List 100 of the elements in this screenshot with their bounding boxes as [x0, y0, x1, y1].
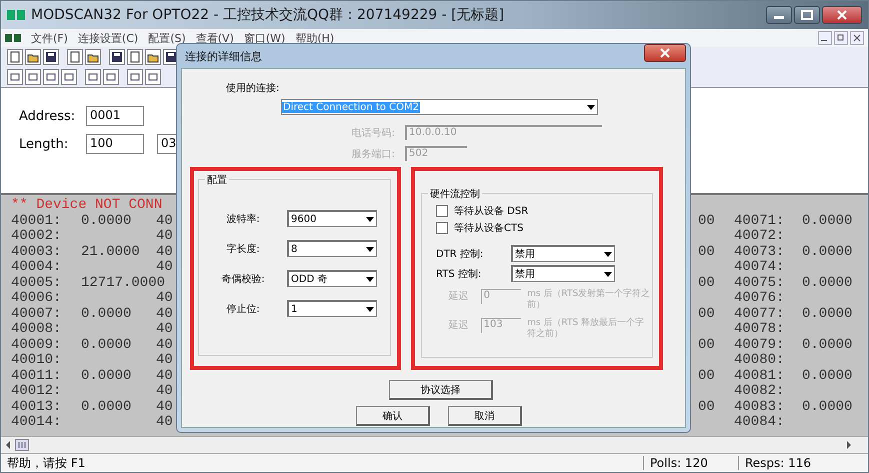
toolbar-icon[interactable] — [43, 49, 59, 65]
register-fragment: 00 — [698, 368, 715, 384]
checkbox[interactable] — [436, 205, 448, 217]
register-fragment: 40 — [156, 384, 174, 400]
register-fragment: 40 — [156, 291, 174, 306]
address-field[interactable]: 0001 — [86, 106, 144, 126]
register-address: 40077: — [734, 306, 786, 322]
length-field[interactable]: 100 — [86, 134, 144, 154]
register-address: 40076: — [734, 291, 786, 306]
toolbar-icon[interactable] — [43, 69, 59, 85]
toolbar-icon[interactable] — [145, 69, 161, 85]
dropdown[interactable]: 9600 — [287, 210, 377, 227]
register-fragment: 40 — [156, 353, 174, 368]
register-address: 40080: — [734, 353, 786, 368]
maximize-button[interactable] — [794, 6, 820, 24]
toolbar-icon[interactable] — [109, 49, 125, 65]
toolbar-icon[interactable] — [7, 69, 23, 85]
scroll-thumb[interactable] — [15, 439, 29, 451]
menu-item[interactable]: 查看(V) — [196, 30, 234, 46]
maximize-icon[interactable] — [801, 10, 813, 20]
connection-status: ** Device NOT CONN — [11, 198, 164, 214]
dropdown[interactable]: 禁用 — [511, 245, 615, 262]
length-label: Length: — [19, 136, 70, 152]
close-button[interactable] — [644, 44, 686, 62]
dropdown[interactable]: 禁用 — [511, 265, 615, 282]
field-label: 奇偶校验: — [220, 272, 266, 286]
close-button[interactable] — [822, 6, 862, 24]
field-label: DTR 控制: — [436, 248, 484, 260]
register-address: 40002: — [11, 229, 62, 244]
cancel-button[interactable]: 取消 — [448, 406, 522, 426]
register-address: 40073: — [734, 244, 786, 260]
field-label: 字长度: — [225, 242, 261, 256]
menu-item[interactable]: 窗口(W) — [244, 30, 286, 46]
register-value: 0.0000 — [81, 368, 132, 384]
resps-count: Resps: 116 — [738, 456, 818, 470]
register-address: 40011: — [11, 368, 62, 384]
ok-button[interactable]: 确认 — [356, 406, 430, 426]
register-value: 0.0000 — [802, 368, 854, 384]
register-fragment: 40 — [156, 229, 174, 244]
register-value: 0.0000 — [81, 214, 132, 229]
close-button[interactable] — [850, 31, 864, 45]
register-fragment: 40 — [156, 400, 174, 415]
register-fragment: 00 — [698, 244, 715, 260]
restore-icon[interactable] — [837, 34, 845, 42]
minimize-button[interactable] — [766, 6, 792, 24]
register-value: 0.0000 — [802, 244, 854, 260]
register-address: 40072: — [734, 229, 786, 244]
dropdown[interactable]: ODD 奇 — [287, 270, 377, 287]
menu-item[interactable]: 帮助(H) — [295, 30, 334, 46]
status-help: 帮助，请按 F1 — [6, 454, 86, 472]
field-label: 停止位: — [225, 302, 261, 316]
register-fragment: 40 — [156, 244, 174, 260]
delay-note: ms 后（RTS发射第一个字符之前） — [527, 289, 652, 311]
restore-button[interactable] — [834, 31, 848, 45]
dialog-title: 连接的详细信息 — [185, 48, 262, 64]
register-address: 40071: — [734, 214, 786, 229]
register-address: 40012: — [11, 384, 62, 400]
close-icon[interactable] — [853, 34, 861, 42]
toolbar-icon[interactable] — [25, 49, 41, 65]
register-value: 0.0000 — [81, 400, 132, 415]
menu-item[interactable]: 文件(F) — [31, 30, 68, 46]
delay-label: 延迟 — [447, 319, 470, 332]
register-address: 40083: — [734, 400, 786, 415]
register-value: 21.0000 — [81, 244, 141, 260]
toolbar-icon[interactable] — [85, 49, 101, 65]
app-icon — [7, 10, 25, 20]
delay-note: ms 后（RTS 释放最后一个字符之前） — [527, 318, 646, 340]
dropdown[interactable]: 8 — [287, 240, 377, 257]
toolbar-icon[interactable] — [67, 49, 83, 65]
register-address: 40004: — [11, 260, 62, 276]
register-value: 0.0000 — [802, 214, 854, 229]
menu-item[interactable]: 连接设置(C) — [78, 30, 138, 46]
field-label: 波特率: — [225, 212, 261, 226]
toolbar-icon[interactable] — [127, 49, 143, 65]
toolbar-icon[interactable] — [127, 69, 143, 85]
toolbar-icon[interactable] — [145, 49, 161, 65]
register-address: 40003: — [11, 244, 62, 260]
register-address: 40075: — [734, 276, 786, 291]
checkbox[interactable] — [436, 222, 448, 234]
dropdown[interactable]: 1 — [287, 300, 377, 317]
group-title: 配置 — [205, 173, 229, 187]
register-address: 40081: — [734, 368, 786, 384]
register-value: 0.0000 — [81, 338, 132, 353]
register-address: 40014: — [11, 415, 62, 430]
toolbar-icon[interactable] — [103, 69, 119, 85]
menu-item[interactable]: 配置(S) — [148, 30, 186, 46]
delay-label: 延迟 — [447, 290, 470, 303]
scroll-right-icon[interactable] — [846, 441, 852, 449]
toolbar-icon[interactable] — [61, 69, 77, 85]
protocol-button[interactable]: 协议选择 — [389, 380, 493, 400]
checkbox-label: 等待从设备 DSR — [454, 204, 528, 218]
toolbar-icon[interactable] — [25, 69, 41, 85]
toolbar-icon[interactable] — [85, 69, 101, 85]
port-label: 服务端口: — [350, 148, 396, 160]
register-address: 40074: — [734, 260, 786, 276]
minimize-button[interactable] — [818, 31, 832, 45]
register-address: 40007: — [11, 306, 62, 322]
toolbar-icon[interactable] — [7, 49, 23, 65]
register-value: 0.0000 — [802, 400, 854, 415]
scroll-left-icon[interactable] — [5, 441, 11, 449]
